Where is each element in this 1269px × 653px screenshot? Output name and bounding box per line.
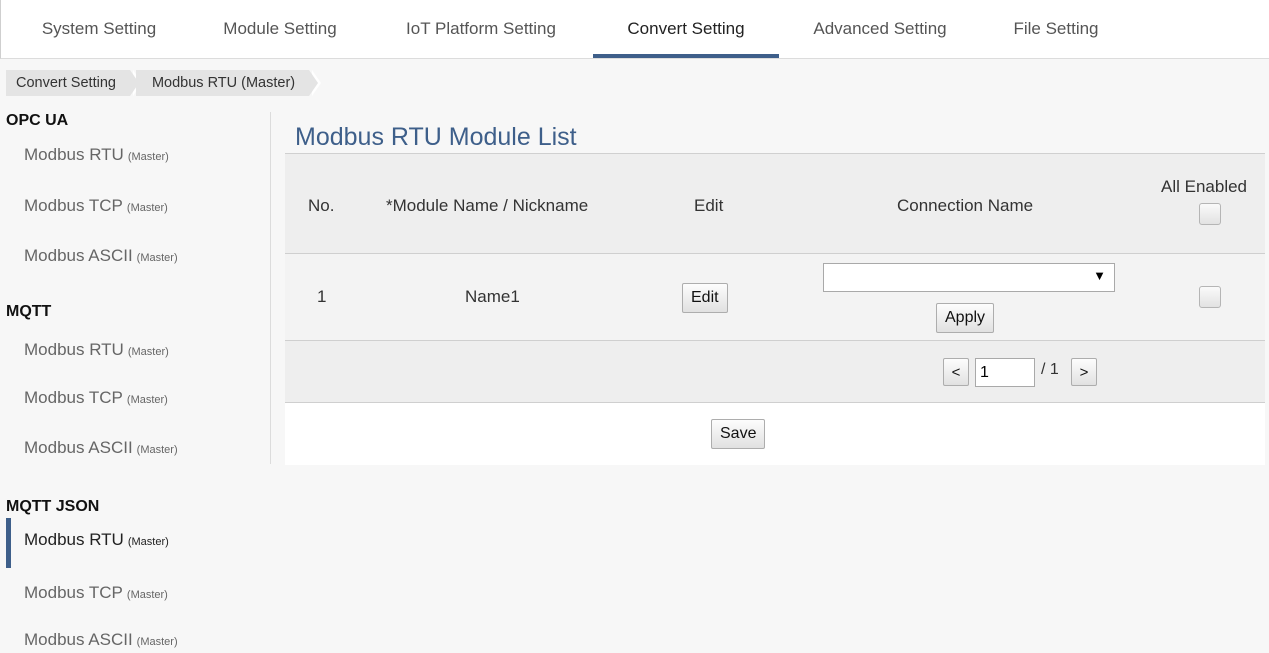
sidebar-item-tag: (Master) <box>136 636 178 648</box>
apply-button[interactable]: Apply <box>936 303 995 333</box>
sidebar-item-tag: (Master) <box>127 346 169 358</box>
row-edit-button[interactable]: Edit <box>682 283 728 313</box>
sidebar-item-mqtt-modbus-tcp[interactable]: Modbus TCP (Master) <box>24 388 168 408</box>
sidebar-item-tag: (Master) <box>136 252 178 264</box>
breadcrumb-modbus-rtu-master[interactable]: Modbus RTU (Master) <box>135 70 322 96</box>
sidebar-item-label: Modbus ASCII <box>24 246 133 265</box>
column-header-no: No. <box>308 196 335 215</box>
table-row: 1 Name1 Edit ▼ Apply <box>285 254 1265 341</box>
sidebar-item-mqttjson-modbus-rtu[interactable]: Modbus RTU (Master) <box>24 530 169 550</box>
row-enabled-checkbox[interactable] <box>1199 286 1221 308</box>
sidebar-item-mqtt-modbus-rtu[interactable]: Modbus RTU (Master) <box>24 340 169 360</box>
prev-page-button[interactable]: < <box>943 358 969 386</box>
sidebar-item-opcua-modbus-tcp[interactable]: Modbus TCP (Master) <box>24 196 168 216</box>
sidebar-item-mqttjson-modbus-tcp[interactable]: Modbus TCP (Master) <box>24 583 168 603</box>
column-header-all-enabled: All Enabled <box>1161 177 1248 196</box>
table-header-row: No. *Module Name / Nickname Edit Connect… <box>285 154 1265 254</box>
sidebar-item-label: Modbus ASCII <box>24 630 133 649</box>
row-module-name: Name1 <box>465 287 520 306</box>
column-header-edit: Edit <box>694 196 724 215</box>
dropdown-arrow-icon: ▼ <box>1093 268 1106 283</box>
sidebar-item-tag: (Master) <box>126 589 168 601</box>
sidebar-item-label: Modbus ASCII <box>24 438 133 457</box>
sidebar-item-tag: (Master) <box>126 202 168 214</box>
sidebar-item-tag: (Master) <box>136 444 178 456</box>
sidebar-item-tag: (Master) <box>127 536 169 548</box>
column-header-module-name: *Module Name / Nickname <box>386 196 589 215</box>
tab-iot-platform-setting[interactable]: IoT Platform Setting <box>391 0 571 58</box>
tab-file-setting[interactable]: File Setting <box>1005 0 1107 58</box>
tab-module-setting[interactable]: Module Setting <box>213 0 347 58</box>
tab-convert-setting[interactable]: Convert Setting <box>593 0 779 58</box>
sidebar-group-mqtt-json: MQTT JSON <box>6 498 100 515</box>
all-enabled-checkbox[interactable] <box>1199 203 1221 225</box>
sidebar-item-label: Modbus TCP <box>24 388 123 407</box>
tab-system-setting[interactable]: System Setting <box>31 0 167 58</box>
tab-advanced-setting[interactable]: Advanced Setting <box>803 0 957 58</box>
module-list-table: No. *Module Name / Nickname Edit Connect… <box>285 153 1265 465</box>
sidebar: OPC UA Modbus RTU (Master) Modbus TCP (Mas… <box>0 100 272 653</box>
column-header-connection-name: Connection Name <box>897 196 1034 215</box>
sidebar-divider <box>270 112 271 464</box>
sidebar-group-mqtt: MQTT <box>6 303 52 320</box>
page-title: Modbus RTU Module List <box>295 123 577 151</box>
sidebar-item-label: Modbus TCP <box>24 583 123 602</box>
page-total: / 1 <box>1041 361 1059 378</box>
sidebar-group-opc-ua: OPC UA <box>6 112 69 129</box>
next-page-button[interactable]: > <box>1071 358 1097 386</box>
sidebar-active-indicator <box>6 518 11 568</box>
sidebar-item-label: Modbus RTU <box>24 530 124 549</box>
page-number-input[interactable] <box>975 358 1035 387</box>
connection-name-select[interactable]: ▼ <box>823 263 1115 292</box>
sidebar-item-label: Modbus TCP <box>24 196 123 215</box>
save-row: Save <box>285 403 1265 465</box>
sidebar-item-mqtt-modbus-ascii[interactable]: Modbus ASCII (Master) <box>24 438 178 458</box>
sidebar-item-opcua-modbus-ascii[interactable]: Modbus ASCII (Master) <box>24 246 178 266</box>
sidebar-item-label: Modbus RTU <box>24 340 124 359</box>
sidebar-item-opcua-modbus-rtu[interactable]: Modbus RTU (Master) <box>24 145 169 165</box>
save-button[interactable]: Save <box>711 419 766 449</box>
sidebar-item-label: Modbus RTU <box>24 145 124 164</box>
row-number: 1 <box>317 287 327 306</box>
sidebar-item-tag: (Master) <box>127 151 169 163</box>
breadcrumb-convert-setting[interactable]: Convert Setting <box>6 70 142 96</box>
sidebar-item-tag: (Master) <box>126 394 168 406</box>
breadcrumb: Convert Setting Modbus RTU (Master) <box>6 70 322 96</box>
pager-row: < / 1 > <box>285 341 1265 403</box>
top-navigation: System Setting Module Setting IoT Platfo… <box>0 0 1269 59</box>
sidebar-item-mqttjson-modbus-ascii[interactable]: Modbus ASCII (Master) <box>24 630 178 650</box>
